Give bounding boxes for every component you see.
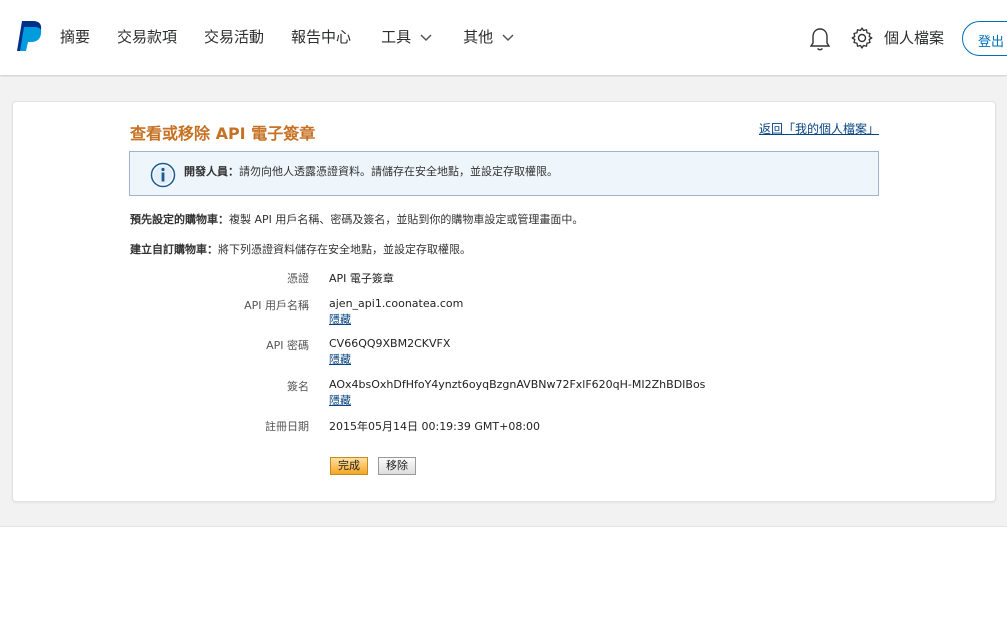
main-nav: 摘要 交易款項 交易活動 報告中心 工具 其他 bbox=[60, 26, 515, 47]
signature-label: 簽名 bbox=[287, 380, 309, 393]
chevron-down-icon bbox=[420, 33, 432, 41]
nav-payments[interactable]: 交易款項 bbox=[117, 26, 177, 47]
profile-link[interactable]: 個人檔案 bbox=[884, 27, 944, 48]
custom-cart-label: 建立自訂購物車： bbox=[130, 243, 218, 256]
nav-more-label: 其他 bbox=[463, 28, 494, 46]
notification-bell-icon[interactable] bbox=[808, 26, 832, 52]
nav-summary[interactable]: 摘要 bbox=[60, 26, 90, 47]
info-icon bbox=[150, 162, 176, 188]
api-username-value: ajen_api1.coonatea.com bbox=[329, 297, 464, 310]
nav-tools-label: 工具 bbox=[381, 28, 412, 46]
notice-body: 請勿向他人透露憑證資料。請儲存在安全地點，並設定存取權限。 bbox=[239, 165, 558, 178]
nav-reports[interactable]: 報告中心 bbox=[291, 26, 351, 47]
developer-notice: 開發人員：請勿向他人透露憑證資料。請儲存在安全地點，並設定存取權限。 bbox=[129, 151, 879, 196]
registration-date-value: 2015年05月14日 00:19:39 GMT+08:00 bbox=[329, 420, 541, 433]
logout-button[interactable]: 登出 bbox=[962, 21, 1007, 56]
custom-cart-text: 將下列憑證資料儲存在安全地點，並設定存取權限。 bbox=[218, 243, 471, 256]
nav-summary-label: 摘要 bbox=[60, 28, 91, 46]
nav-reports-label: 報告中心 bbox=[291, 28, 352, 46]
preset-cart-label: 預先設定的購物車： bbox=[130, 213, 229, 226]
api-password-label: API 密碼 bbox=[266, 339, 309, 352]
chevron-down-icon bbox=[502, 33, 514, 41]
done-button[interactable]: 完成 bbox=[330, 457, 368, 475]
hide-signature-link[interactable]: 隱藏 bbox=[329, 392, 351, 408]
back-to-profile-link[interactable]: 返回「我的個人檔案」 bbox=[759, 120, 879, 137]
preset-cart-paragraph: 預先設定的購物車：複製 API 用戶名稱、密碼及簽名，並貼到你的購物車設定或管理… bbox=[130, 211, 583, 227]
nav-activity[interactable]: 交易活動 bbox=[204, 26, 264, 47]
hide-username-link[interactable]: 隱藏 bbox=[329, 311, 351, 327]
notice-text: 開發人員：請勿向他人透露憑證資料。請儲存在安全地點，並設定存取權限。 bbox=[184, 163, 558, 179]
registration-date-label: 註冊日期 bbox=[265, 420, 309, 433]
nav-more[interactable]: 其他 bbox=[463, 26, 515, 47]
gear-icon[interactable] bbox=[850, 26, 874, 50]
hide-password-link[interactable]: 隱藏 bbox=[329, 351, 351, 367]
credential-label: 憑證 bbox=[287, 272, 309, 285]
nav-activity-label: 交易活動 bbox=[204, 28, 265, 46]
top-navigation-bar: 摘要 交易款項 交易活動 報告中心 工具 其他 個人檔案 登出 bbox=[0, 0, 1007, 76]
paypal-logo-icon[interactable] bbox=[14, 20, 44, 52]
page-title: 查看或移除 API 電子簽章 bbox=[130, 124, 316, 143]
nav-tools[interactable]: 工具 bbox=[381, 26, 433, 47]
remove-button[interactable]: 移除 bbox=[378, 457, 416, 475]
custom-cart-paragraph: 建立自訂購物車：將下列憑證資料儲存在安全地點，並設定存取權限。 bbox=[130, 241, 471, 257]
signature-value: AOx4bsOxhDfHfoY4ynzt6oyqBzgnAVBNw72FxlF6… bbox=[329, 378, 706, 391]
nav-payments-label: 交易款項 bbox=[117, 28, 178, 46]
notice-bold-label: 開發人員： bbox=[184, 165, 239, 178]
preset-cart-text: 複製 API 用戶名稱、密碼及簽名，並貼到你的購物車設定或管理畫面中。 bbox=[229, 213, 584, 226]
credential-value: API 電子簽章 bbox=[329, 272, 394, 285]
api-username-label: API 用戶名稱 bbox=[244, 299, 309, 312]
api-password-value: CV66QQ9XBM2CKVFX bbox=[329, 337, 451, 350]
